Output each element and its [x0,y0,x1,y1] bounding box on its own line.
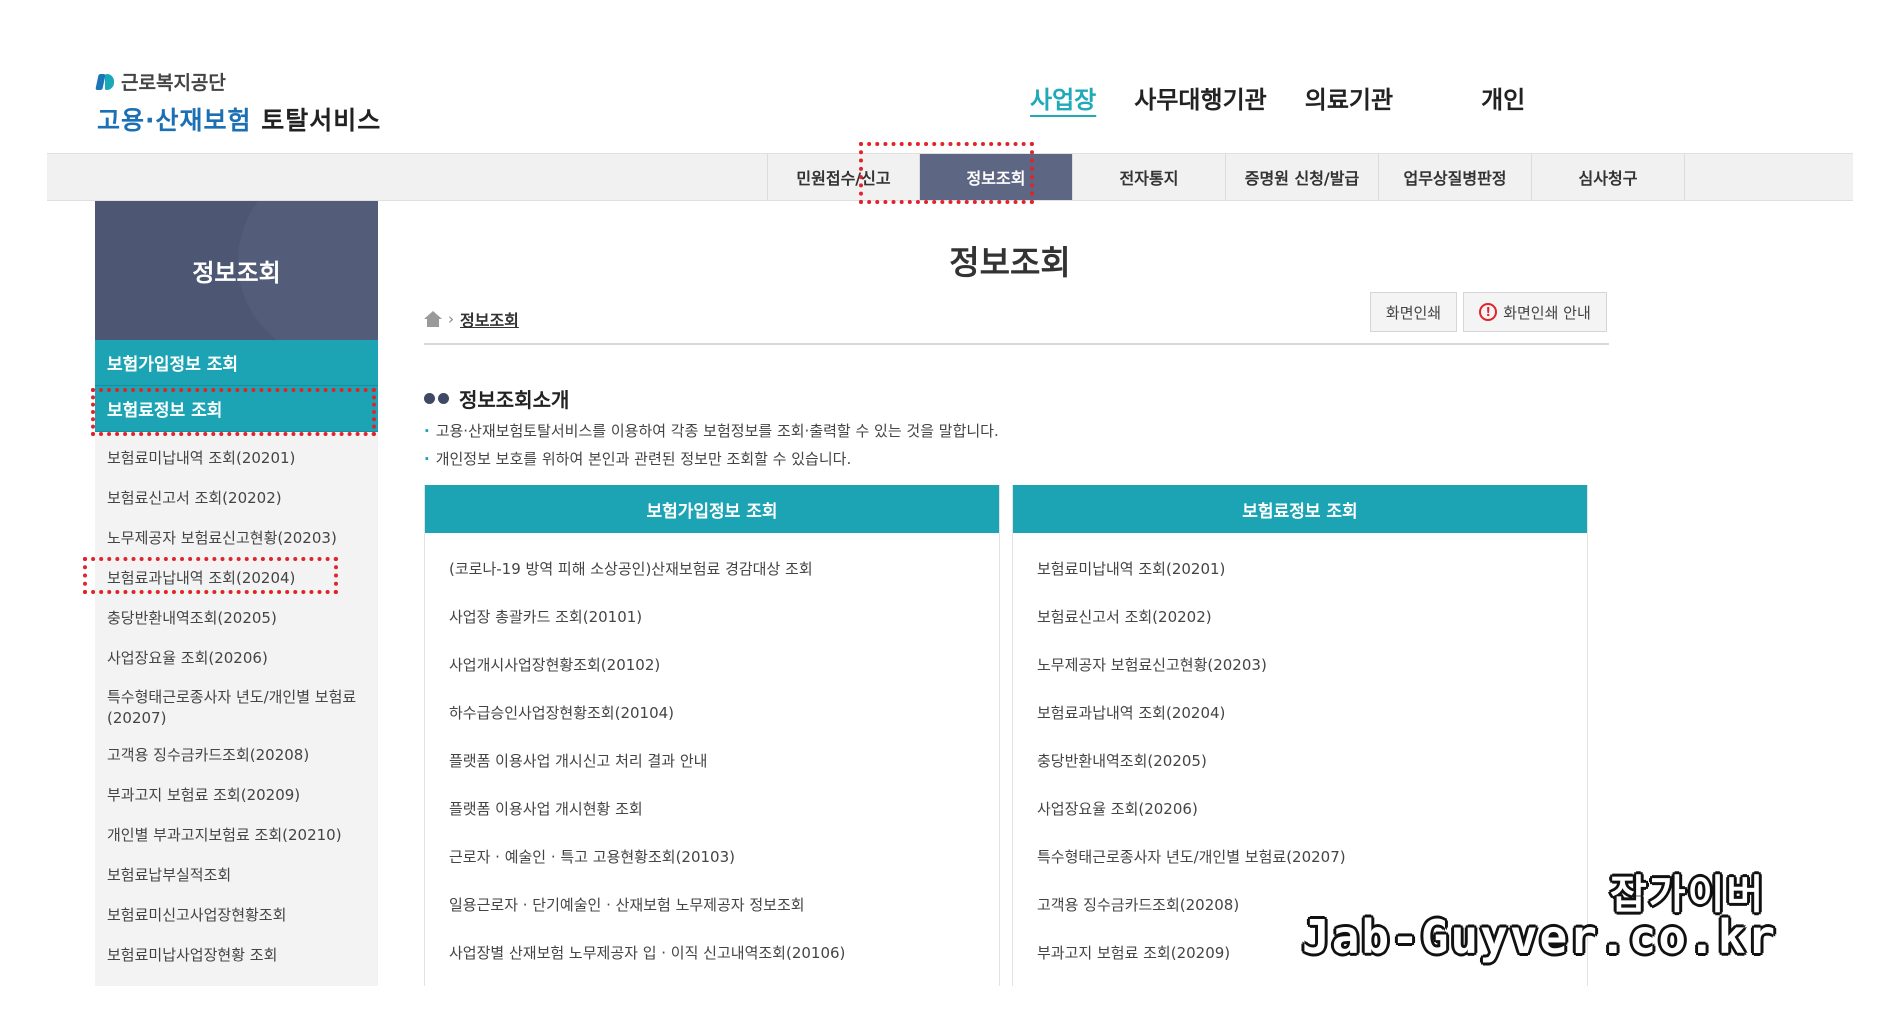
sidebar-section-insurance-subscription[interactable]: 보험가입정보 조회 [95,340,378,386]
sidebar-item[interactable]: 사업장요율 조회(20206) [95,638,378,678]
sidebar-item[interactable]: 보험료미납사업장현황 조회 [95,935,378,975]
panel-link[interactable]: 노무제공자 보험료신고현황(20203) [1013,641,1587,689]
service-name-dark: 토탈서비스 [261,106,382,135]
nav-agency[interactable]: 사무대행기관 [1134,80,1266,115]
sidebar-title: 정보조회 [95,201,378,340]
watermark-url: Jab-Guyver.co.kr [1302,910,1778,964]
panel-link[interactable]: 특수형태근로종사자 년도/개인별 보험료(20207) [1013,833,1587,881]
sidebar-item[interactable]: 노무제공자 보험료신고현황(20203) [95,518,378,558]
intro-line: 개인정보 보호를 위하여 본인과 관련된 정보만 조회할 수 있습니다. [424,448,852,469]
panel-link[interactable]: 사업개시사업장현황조회(20102) [425,641,999,689]
sidebar-item[interactable]: 충당반환내역조회(20205) [95,598,378,638]
org-name: 근로복지공단 [121,72,226,94]
panel-link[interactable]: 플랫폼 이용사업 개시신고 처리 결과 안내 [425,737,999,785]
nav-workplace[interactable]: 사업장 [1030,80,1096,115]
page-title: 정보조회 [949,243,1071,282]
chevron-right-icon: › [448,310,454,328]
tab-appeal[interactable]: 심사청구 [1532,154,1685,200]
service-name-colored: 고용·산재보험 [97,106,252,135]
tab-e-notice[interactable]: 전자통지 [1073,154,1226,200]
panel-title: 보험료정보 조회 [1013,485,1587,533]
tab-info-inquiry[interactable]: 정보조회 [920,154,1073,200]
print-guide-button[interactable]: ! 화면인쇄 안내 [1463,292,1607,332]
nav-individual[interactable]: 개인 [1481,80,1525,115]
nav-medical[interactable]: 의료기관 [1305,80,1393,115]
divider [424,343,1609,345]
alert-icon: ! [1479,303,1498,321]
panel-link[interactable]: 사업장별 산재보험 노무제공자 입 · 이직 신고내역조회(20106) [425,929,999,977]
tab-disease-judgment[interactable]: 업무상질병판정 [1379,154,1532,200]
sidebar-item[interactable]: 특수형태근로종사자 년도/개인별 보험료(20207) [95,678,378,735]
sidebar-item[interactable]: 보험료미납내역 조회(20201) [95,438,378,478]
sidebar-item[interactable]: 보험료과납내역 조회(20204) [95,558,378,598]
panel-link[interactable]: (코로나-19 방역 피해 소상공인)산재보험료 경감대상 조회 [425,545,999,593]
site-logo[interactable]: 근로복지공단 고용·산재보험 토탈서비스 [95,68,382,137]
sidebar-item[interactable]: 개인별 부과고지보험료 조회(20210) [95,815,378,855]
panel-link[interactable]: 근로자 · 예술인 · 특고 고용현황조회(20103) [425,833,999,881]
panel-link[interactable]: 하수급승인사업장현황조회(20104) [425,689,999,737]
panel-link[interactable]: 보험료미납내역 조회(20201) [1013,545,1587,593]
intro-line: 고용·산재보험토탈서비스를 이용하여 각종 보험정보를 조회·출력할 수 있는 … [424,420,999,441]
home-icon[interactable] [424,311,442,327]
tab-certificate[interactable]: 증명원 신청/발급 [1226,154,1379,200]
breadcrumb: › 정보조회 [424,307,519,331]
sidebar-item[interactable]: 고객용 징수금카드조회(20208) [95,735,378,775]
intro-title-text: 정보조회소개 [459,388,570,412]
panel-link[interactable]: 사업장 총괄카드 조회(20101) [425,593,999,641]
tab-civil-petition[interactable]: 민원접수/신고 [767,154,920,200]
intro-heading: 정보조회소개 [424,384,569,413]
panel-link[interactable]: 보험료과납내역 조회(20204) [1013,689,1587,737]
panel-title: 보험가입정보 조회 [425,485,999,533]
bullet-dots-icon [424,393,449,404]
sidebar-item[interactable]: 보험료납부실적조회 [95,855,378,895]
breadcrumb-current[interactable]: 정보조회 [460,307,519,331]
agency-logo-icon [95,72,115,92]
panel-link[interactable]: 플랫폼 이용사업 개시현황 조회 [425,785,999,833]
print-button[interactable]: 화면인쇄 [1370,292,1457,332]
sub-navigation-bar: 민원접수/신고 정보조회 전자통지 증명원 신청/발급 업무상질병판정 심사청구 [47,153,1853,201]
sidebar-section-premium-info[interactable]: 보험료정보 조회 [95,386,378,432]
print-guide-label: 화면인쇄 안내 [1503,303,1591,322]
sidebar-item[interactable]: 부과고지 보험료 조회(20209) [95,775,378,815]
panel-link[interactable]: 사업장요율 조회(20206) [1013,785,1587,833]
sidebar: 정보조회 보험가입정보 조회 보험료정보 조회 보험료미납내역 조회(20201… [95,201,378,986]
main-navigation: 사업장 사무대행기관 의료기관 개인 [1030,80,1563,115]
sidebar-item[interactable]: 보험료미신고사업장현황조회 [95,895,378,935]
sidebar-item[interactable]: 보험료신고서 조회(20202) [95,478,378,518]
panel-link[interactable]: 보험료신고서 조회(20202) [1013,593,1587,641]
panel-link[interactable]: 일용근로자 · 단기예술인 · 산재보험 노무제공자 정보조회 [425,881,999,929]
insurance-subscription-panel: 보험가입정보 조회 (코로나-19 방역 피해 소상공인)산재보험료 경감대상 … [424,485,1000,986]
panel-link[interactable]: 충당반환내역조회(20205) [1013,737,1587,785]
